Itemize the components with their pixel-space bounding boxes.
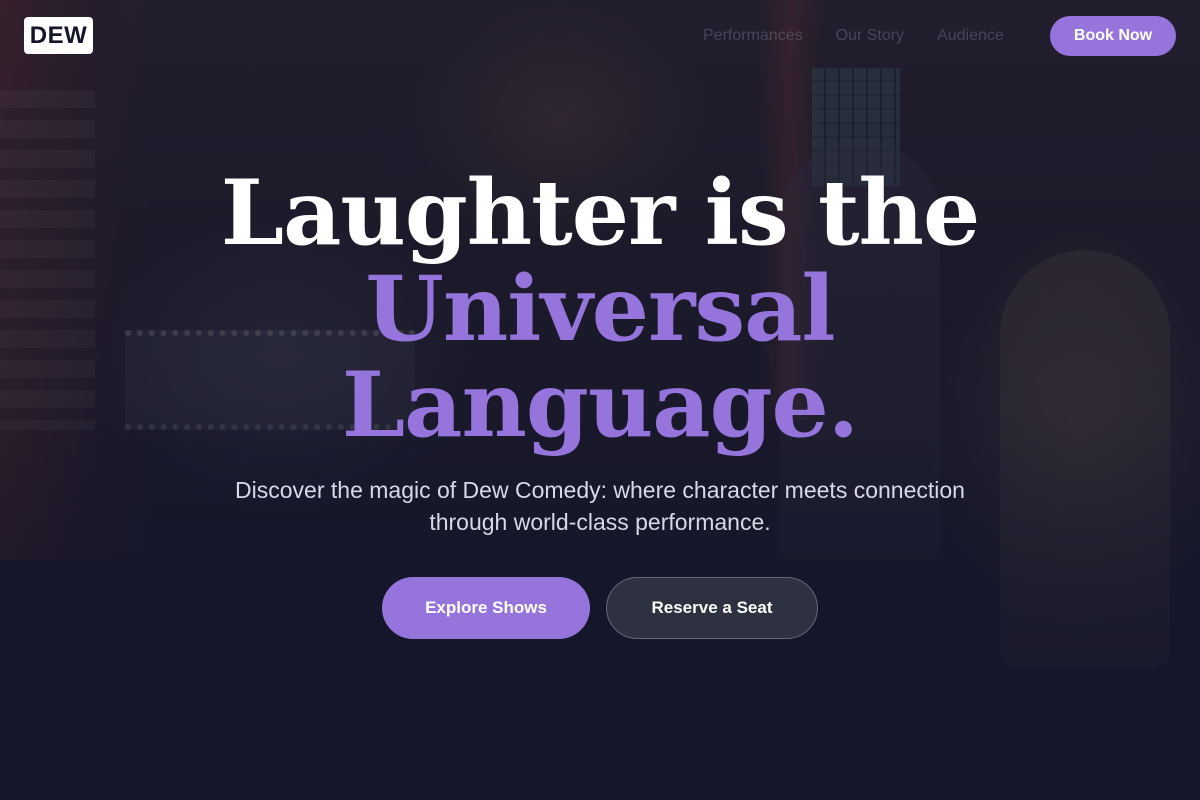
top-navigation: DEW Performances Our Story Audience Book… [0, 0, 1200, 72]
subtitle-line-1: Discover the magic of Dew Comedy: where … [235, 477, 965, 503]
headline-line-2: Universal [365, 256, 835, 362]
nav-link-audience[interactable]: Audience [937, 26, 1004, 46]
hero-subtitle: Discover the magic of Dew Comedy: where … [190, 474, 1010, 538]
headline-line-3: Language. [341, 352, 859, 458]
brand-logo[interactable]: DEW [24, 17, 93, 54]
book-now-button[interactable]: Book Now [1050, 16, 1176, 56]
nav-link-our-story[interactable]: Our Story [836, 26, 904, 46]
reserve-seat-button[interactable]: Reserve a Seat [606, 577, 818, 639]
nav-links: Performances Our Story Audience [703, 26, 1004, 46]
subtitle-line-2: through world-class performance. [429, 509, 771, 535]
nav-link-performances[interactable]: Performances [703, 26, 803, 46]
hero-headline: Laughter is the Universal Language. [0, 165, 1200, 453]
explore-shows-button[interactable]: Explore Shows [382, 577, 590, 639]
headline-line-1: Laughter is the [220, 160, 980, 266]
